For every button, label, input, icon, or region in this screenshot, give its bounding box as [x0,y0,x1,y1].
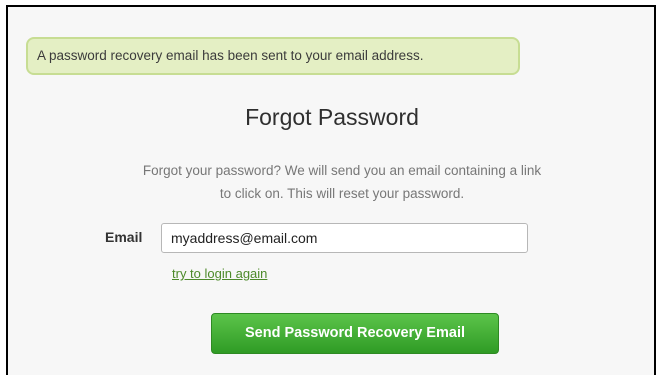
success-alert: A password recovery email has been sent … [26,37,520,75]
try-login-again-link[interactable]: try to login again [172,266,267,281]
form-description: Forgot your password? We will send you a… [92,159,592,205]
form-description-line-1: Forgot your password? We will send you a… [142,163,542,178]
page-title: Forgot Password [245,104,419,130]
send-password-recovery-button[interactable]: Send Password Recovery Email [211,313,499,354]
email-field[interactable] [161,223,528,253]
form-description-line-2: to click on. This will reset your passwo… [219,186,465,201]
email-label: Email [105,229,143,245]
success-alert-message: A password recovery email has been sent … [37,48,424,63]
